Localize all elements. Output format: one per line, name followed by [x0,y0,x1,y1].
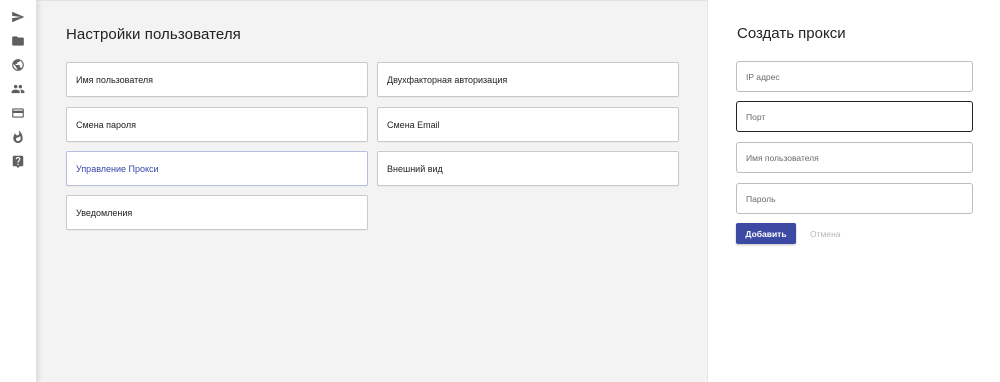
settings-item-appearance[interactable]: Внешний вид [377,151,679,186]
fire-icon[interactable] [0,125,37,149]
cancel-button[interactable]: Отмена [804,223,847,244]
ip-address-field[interactable] [736,61,973,92]
people-icon[interactable] [0,77,37,101]
settings-item-proxy-management[interactable]: Управление Прокси [66,151,368,186]
globe-icon[interactable] [0,53,37,77]
add-button[interactable]: Добавить [736,223,796,244]
send-icon[interactable] [0,5,37,29]
create-proxy-panel: Создать прокси Добавить Отмена [707,0,1000,382]
card-icon[interactable] [0,101,37,125]
panel-title: Создать прокси [737,25,846,42]
app-window: Настройки пользователя Имя пользователя … [0,0,1000,382]
password-field[interactable] [736,183,973,214]
page-title: Настройки пользователя [66,26,241,43]
folder-icon[interactable] [0,29,37,53]
settings-item-change-password[interactable]: Смена пароля [66,107,368,142]
sidebar [0,0,37,382]
settings-item-notifications[interactable]: Уведомления [66,195,368,230]
port-field[interactable] [736,101,973,132]
settings-section: Настройки пользователя Имя пользователя … [37,0,707,382]
username-field[interactable] [736,142,973,173]
help-icon[interactable] [0,149,37,173]
settings-item-two-factor[interactable]: Двухфакторная авторизация [377,62,679,97]
settings-item-change-email[interactable]: Смена Email [377,107,679,142]
settings-item-username[interactable]: Имя пользователя [66,62,368,97]
